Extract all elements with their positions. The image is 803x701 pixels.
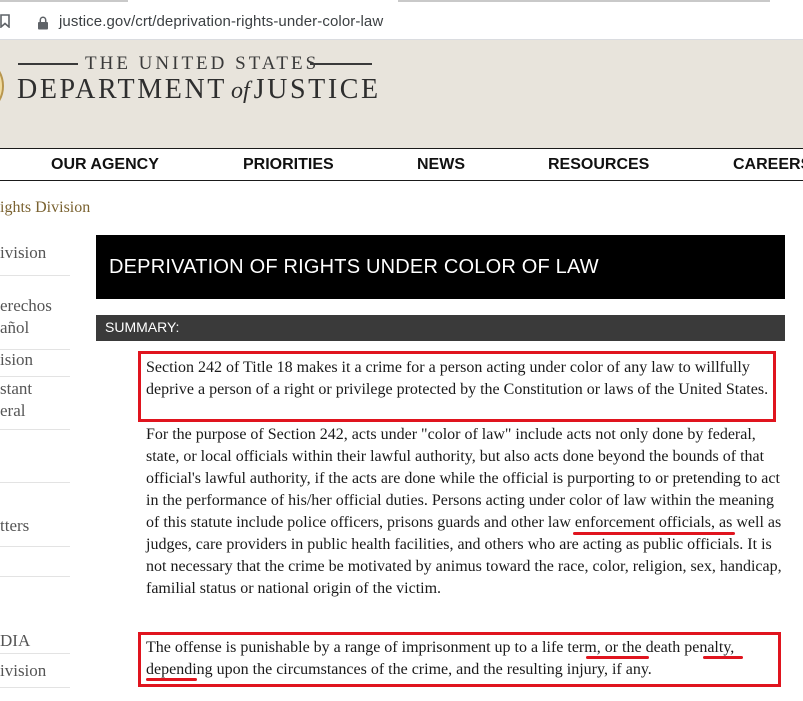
paragraph-color-of-law: For the purpose of Section 242, acts und… [146,426,782,597]
annotation-box-section-242 [138,351,776,422]
annotation-underline-police-officers [573,532,735,535]
sidebar-item-label-line2: eral [0,401,26,420]
url-text[interactable]: justice.gov/crt/deprivation-rights-under… [59,13,383,30]
sidebar-item[interactable]: ision [0,349,70,377]
logo-rule-left [18,63,78,65]
summary-label: SUMMARY: [105,319,180,335]
sidebar-item[interactable]: stant eral [0,378,70,430]
annotation-underline-penalty [146,678,197,681]
sidebar-item[interactable]: ivision [0,660,70,688]
logo-rule-right [310,63,372,65]
nav-news[interactable]: NEWS [417,156,465,174]
logo-top-text: THE UNITED STATES [85,53,320,74]
lock-icon[interactable] [37,16,49,30]
nav-careers[interactable]: CAREERS [733,156,803,174]
nav-priorities[interactable]: PRIORITIES [243,156,334,174]
logo-department-text: DEPARTMENT [17,74,227,105]
annotation-underline-life-term [586,656,649,659]
sidebar-item-label: erechos [0,296,52,315]
sidebar-item-label: ivision [0,243,47,262]
bookmark-icon[interactable] [0,14,10,28]
sidebar-item[interactable] [0,430,70,483]
nav-our-agency[interactable]: OUR AGENCY [51,156,159,174]
summary-header: SUMMARY: [96,315,785,341]
sidebar-item[interactable]: tters [0,515,70,547]
sidebar-item[interactable]: ivision [0,242,70,276]
page-title: DEPRIVATION OF RIGHTS UNDER COLOR OF LAW [109,256,599,278]
sidebar-item[interactable]: erechos añol [0,295,70,350]
browser-address-bar: justice.gov/crt/deprivation-rights-under… [0,0,803,40]
sidebar-item-label-line2: añol [0,318,30,337]
sidebar-item-label: ivision [0,661,47,680]
sidebar-item-label: stant [0,379,33,398]
logo-justice-text: JUSTICE [253,74,381,105]
sidebar-item[interactable]: DIA [0,630,70,654]
tab-strip [0,0,803,3]
annotation-underline-death [703,656,743,659]
logo-of-text: of [230,78,250,104]
page-title-banner: DEPRIVATION OF RIGHTS UNDER COLOR OF LAW [96,235,785,299]
sidebar-item[interactable] [0,547,70,577]
main-nav: OUR AGENCY PRIORITIES NEWS RESOURCES CAR… [0,148,803,181]
sidebar-item-label: tters [0,516,30,535]
breadcrumb-civil-rights-division[interactable]: ights Division [0,199,90,217]
nav-resources[interactable]: RESOURCES [548,156,649,174]
sidebar-item-label: ision [0,350,34,369]
site-logo[interactable]: DEPARTMENT of JUSTICE [17,74,381,106]
sidebar-item-label: DIA [0,631,31,650]
doj-seal-icon[interactable] [0,56,6,116]
annotation-box-penalty [138,632,781,687]
